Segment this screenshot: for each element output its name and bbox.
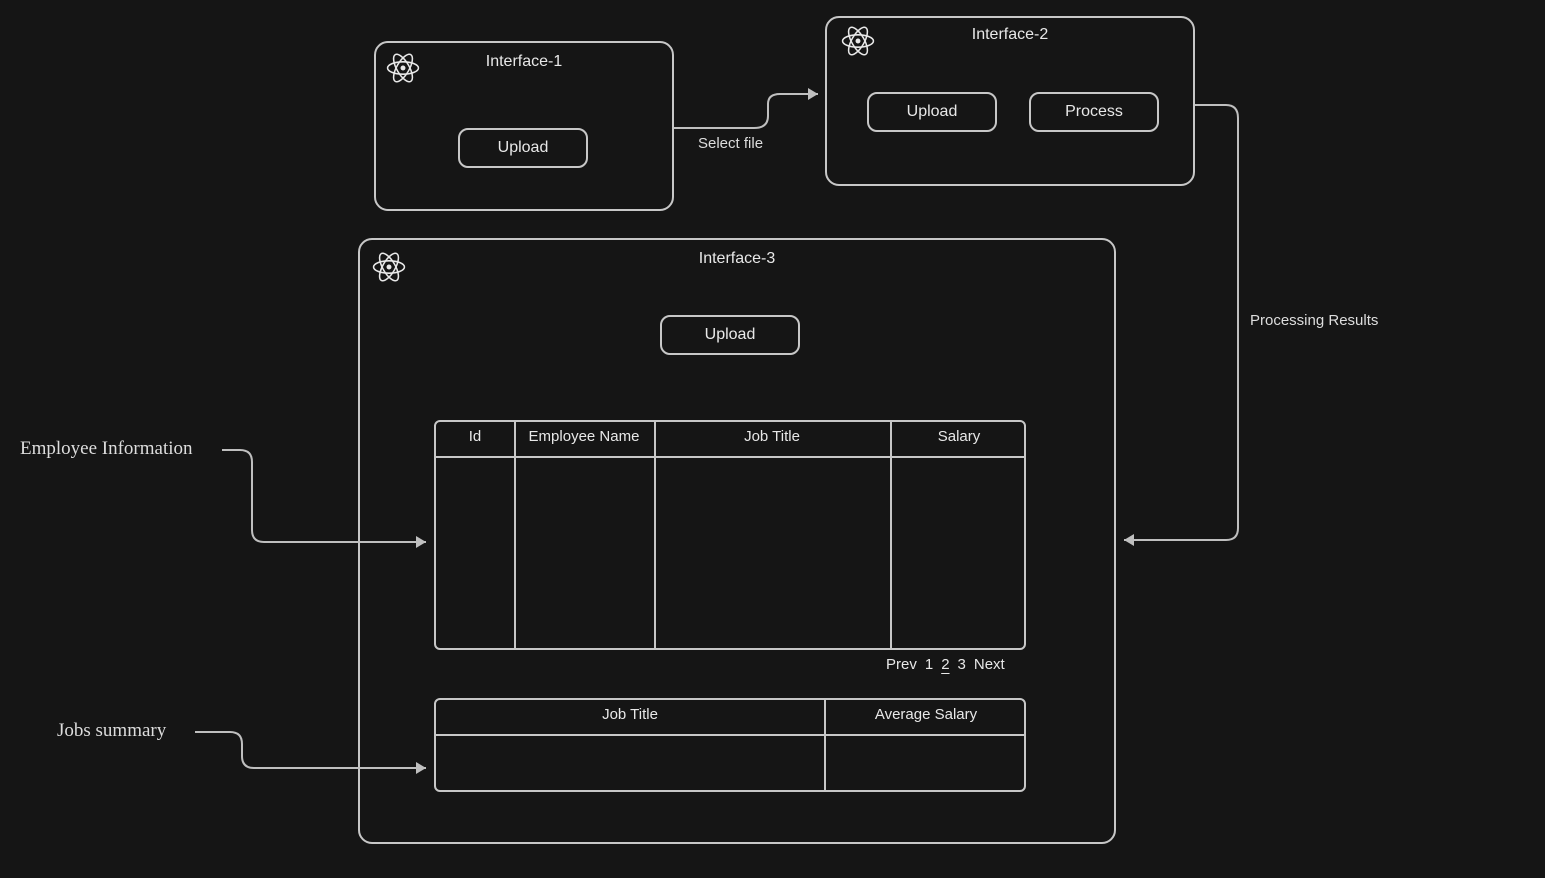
table-divider: [436, 734, 1024, 736]
col-header-id: Id: [436, 428, 514, 445]
interface-1-panel: Interface-1 Upload: [374, 41, 674, 211]
process-button[interactable]: Process: [1029, 92, 1159, 132]
pager-page-2[interactable]: 2: [941, 656, 949, 673]
interface-2-panel: Interface-2 Upload Process: [825, 16, 1195, 186]
col-header-salary: Salary: [890, 428, 1028, 445]
connector-label-processing-results: Processing Results: [1250, 312, 1378, 329]
jobs-summary-table: Job Title Average Salary: [434, 698, 1026, 792]
interface-2-title: Interface-2: [827, 26, 1193, 44]
pager-page-3[interactable]: 3: [958, 656, 966, 673]
upload-button[interactable]: Upload: [867, 92, 997, 132]
pagination: Prev 1 2 3 Next: [886, 656, 1086, 673]
pager-prev[interactable]: Prev: [886, 656, 917, 673]
col-header-employee-name: Employee Name: [514, 428, 654, 445]
diagram-canvas: Interface-1 Upload Interface-2 Upload Pr…: [0, 0, 1545, 878]
pager-next[interactable]: Next: [974, 656, 1005, 673]
upload-button[interactable]: Upload: [458, 128, 588, 168]
upload-button[interactable]: Upload: [660, 315, 800, 355]
col-header-job-title: Job Title: [654, 428, 890, 445]
annotation-employee-information: Employee Information: [20, 438, 193, 460]
interface-1-title: Interface-1: [376, 53, 672, 71]
employee-table: Id Employee Name Job Title Salary: [434, 420, 1026, 650]
col-header-average-salary: Average Salary: [824, 706, 1028, 723]
col-header-job-title: Job Title: [436, 706, 824, 723]
interface-3-title: Interface-3: [360, 250, 1114, 268]
table-divider: [436, 456, 1024, 458]
pager-page-1[interactable]: 1: [925, 656, 933, 673]
annotation-jobs-summary: Jobs summary: [57, 720, 166, 742]
connector-label-select-file: Select file: [698, 135, 763, 152]
